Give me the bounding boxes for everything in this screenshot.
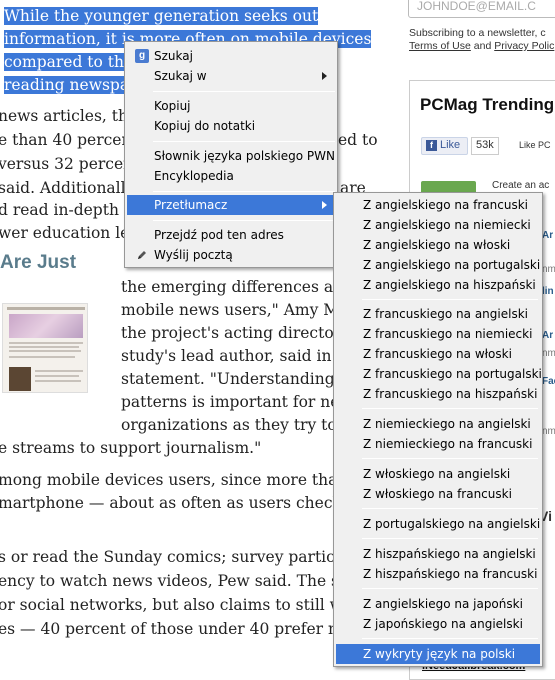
article-line: d read in-depth ar [0, 201, 141, 219]
menu-separator [362, 458, 538, 459]
menu-separator [362, 588, 538, 589]
article-line: es — 40 percent of those under 40 prefer… [0, 620, 369, 638]
translate-submenu: Z angielskiego na francuski Z angielskie… [333, 192, 543, 667]
menu-item-encyclopedia[interactable]: Encyklopedia [127, 166, 335, 186]
translate-option[interactable]: Z angielskiego na niemiecki [336, 215, 540, 235]
context-menu: g Szukaj Szukaj w Kopiuj Kopiuj do notat… [124, 41, 338, 268]
translate-option[interactable]: Z hiszpańskiego na angielski [336, 544, 540, 564]
article-line: news articles, the [0, 107, 138, 125]
google-icon: g [135, 49, 149, 63]
menu-item-search-in[interactable]: Szukaj w [127, 66, 335, 86]
article-line: wer education lev [0, 224, 139, 242]
newsletter-disclaimer: Subscribing to a newsletter, c Terms of … [409, 27, 555, 52]
menu-separator [362, 408, 538, 409]
menu-item-send-email[interactable]: Wyślij pocztą [127, 245, 335, 265]
pen-icon [138, 251, 146, 259]
translate-option[interactable]: Z angielskiego na japoński [336, 594, 540, 614]
article-line: e streams to support journalism." [0, 439, 262, 457]
menu-item-copy[interactable]: Kopiuj [127, 96, 335, 116]
article-line: compared to the [4, 53, 134, 71]
translate-option[interactable]: Z angielskiego na hiszpański [336, 275, 540, 295]
translate-option[interactable]: Z japońskiego na angielski [336, 614, 540, 634]
article-line: e than 40 percent [0, 131, 138, 149]
infographic-thumbnail[interactable] [2, 303, 88, 393]
translate-option[interactable]: Z angielskiego na włoski [336, 235, 540, 255]
article-line: or social networks, but also claims to s… [0, 596, 369, 614]
menu-item-search[interactable]: g Szukaj [127, 46, 335, 66]
article-line: mong mobile devices users, since more th… [0, 471, 373, 489]
menu-separator [362, 508, 538, 509]
article-line: reading newspap [4, 76, 139, 94]
translate-option[interactable]: Z francuskiego na portugalski [336, 364, 542, 384]
menu-separator [153, 141, 335, 142]
like-count: 53k [471, 137, 499, 155]
article-line: study's lead author, said in a [121, 347, 346, 365]
facebook-icon: f [426, 140, 437, 151]
create-account-text: Create an ac [492, 180, 550, 191]
menu-item-go-to-address[interactable]: Przejdź pod ten adres [127, 225, 335, 245]
article-line: martphone — about as often as users chec… [0, 494, 380, 512]
menu-separator [362, 638, 538, 639]
sidebar-link[interactable]: Ar [542, 230, 553, 241]
sidebar-link[interactable]: lin [542, 286, 554, 297]
article-line: versus 32 percent [0, 155, 140, 173]
menu-separator [153, 220, 335, 221]
sidebar-link[interactable]: Fac [542, 376, 555, 387]
article-line: organizations as they try to en [121, 416, 361, 434]
article-line: s or read the Sunday comics; survey part… [0, 548, 376, 566]
translate-option[interactable]: Z francuskiego na niemiecki [336, 324, 540, 344]
trending-title: PCMag Trending o [420, 95, 555, 114]
sidebar-link[interactable]: Ar [542, 330, 553, 341]
translate-option[interactable]: Z niemieckiego na francuski [336, 434, 540, 454]
like-page-text: Like PC [519, 140, 551, 150]
translate-option[interactable]: Z angielskiego na francuski [336, 195, 540, 215]
article-line: ed to [338, 131, 378, 149]
menu-separator [153, 191, 335, 192]
menu-separator [362, 538, 538, 539]
section-heading: Are Just [0, 252, 77, 273]
translate-option[interactable]: Z angielskiego na portugalski [336, 255, 540, 275]
translate-option[interactable]: Z francuskiego na włoski [336, 344, 540, 364]
article-line: said. Additionally [0, 179, 135, 197]
article-line: ency to watch news videos, Pew said. The… [0, 572, 373, 590]
translate-option[interactable]: Z francuskiego na angielski [336, 304, 540, 324]
translate-option[interactable]: Z włoskiego na angielski [336, 464, 540, 484]
translate-option[interactable]: Z niemieckiego na angielski [336, 414, 540, 434]
menu-item-translate[interactable]: Przetłumacz [127, 195, 335, 215]
facebook-like-button[interactable]: f Like [421, 137, 468, 155]
translate-option-detected[interactable]: Z wykryty język na polski [336, 644, 540, 664]
translate-option[interactable]: Z portugalskiego na angielski [336, 514, 540, 534]
translate-option[interactable]: Z włoskiego na francuski [336, 484, 540, 504]
menu-separator [362, 299, 538, 300]
article-line: While the younger generation seeks out [4, 7, 319, 25]
submenu-arrow-icon [322, 201, 327, 209]
menu-item-copy-to-note[interactable]: Kopiuj do notatki [127, 116, 335, 136]
menu-separator [153, 91, 335, 92]
article-line: mobile news users," Amy Mitc [121, 301, 360, 319]
menu-item-dictionary[interactable]: Słownik języka polskiego PWN [127, 146, 335, 166]
terms-link[interactable]: Terms of Use [409, 40, 471, 52]
sidebar-meta: nm [542, 348, 555, 359]
article-line: statement. "Understanding the [121, 370, 365, 388]
sidebar-meta: nm [542, 426, 555, 437]
privacy-link[interactable]: Privacy Polic [494, 40, 554, 52]
article-line: the project's acting director an [121, 324, 366, 342]
submenu-arrow-icon [322, 72, 327, 80]
translate-option[interactable]: Z hiszpańskiego na francuski [336, 564, 540, 584]
article-line: the emerging differences amon [121, 278, 368, 296]
translate-option[interactable]: Z francuskiego na hiszpański [336, 384, 540, 404]
email-field[interactable]: JOHNDOE@EMAIL.C [408, 0, 555, 18]
article-line: patterns is important for news [121, 393, 361, 411]
sidebar-meta: nm [542, 264, 555, 275]
